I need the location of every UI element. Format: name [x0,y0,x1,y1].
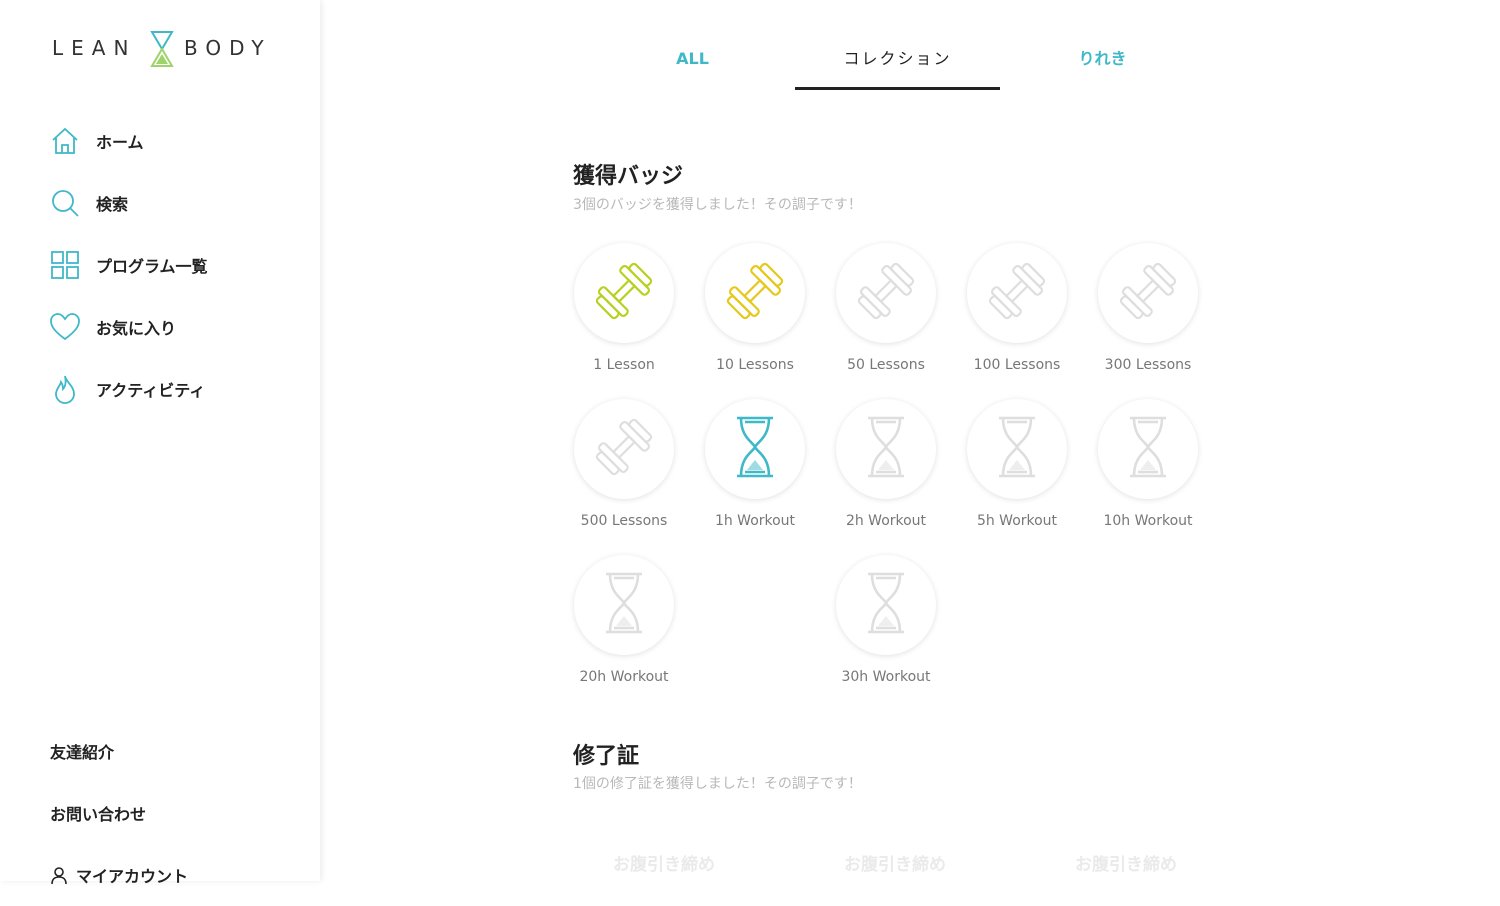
badge-item[interactable]: 2h Workout [825,399,947,549]
badge-circle [1098,243,1198,343]
badge-label: 300 Lessons [1104,357,1192,373]
tab-all[interactable]: ALL [590,30,795,88]
badge-label: 500 Lessons [580,513,668,529]
sidebar-item-favorites[interactable]: お気に入り [50,296,208,358]
heart-icon [50,313,80,341]
hourglass-icon [594,570,654,640]
badge-item[interactable]: 500 Lessons [563,399,685,549]
badge-circle [574,243,674,343]
contact-link[interactable]: お問い合わせ [50,782,188,844]
badge-circle [574,399,674,499]
dumbbell-icon [589,256,659,330]
badge-circle [574,555,674,655]
sidebar-item-label: ホーム [96,133,144,152]
badge-circle [1098,399,1198,499]
sidebar-item-label: プログラム一覧 [96,257,208,276]
badge-label: 2h Workout [845,513,927,529]
certificate-item[interactable]: お腹引き締め [613,850,715,875]
badge-item[interactable]: 1 Lesson [563,243,685,393]
dumbbell-icon [982,256,1052,330]
badge-circle [836,399,936,499]
tab-collection[interactable]: コレクション [795,30,1000,90]
badge-item[interactable]: 100 Lessons [956,243,1078,393]
certificates-title: 修了証 [573,744,640,769]
sidebar-item-activity[interactable]: アクティビティ [50,358,208,420]
sidebar-item-search[interactable]: 検索 [50,172,208,234]
sidebar-item-programs[interactable]: プログラム一覧 [50,234,208,296]
my-account-label: マイアカウント [76,867,189,886]
logo[interactable]: LEAN BODY [52,30,272,68]
certificate-item[interactable]: お腹引き締め [844,850,946,875]
badge-circle [967,399,1067,499]
badges-subtitle: 3個のバッジを獲得しました！その調子です！ [573,197,862,213]
badge-item[interactable]: 5h Workout [956,399,1078,549]
certificate-item[interactable]: お腹引き締め [1075,850,1177,875]
user-icon [51,867,67,884]
badge-circle [967,243,1067,343]
badge-item[interactable]: 50 Lessons [825,243,947,393]
sidebar: LEAN BODY ホーム 検索 プログラム一覧 お気に入り アクティビティ 友… [0,0,320,886]
dumbbell-icon [589,412,659,486]
hourglass-logo-icon [150,31,174,67]
sidebar-item-label: アクティビティ [96,381,206,400]
certificates-subtitle: 1個の修了証を獲得しました！その調子です！ [573,776,862,792]
sidebar-nav: ホーム 検索 プログラム一覧 お気に入り アクティビティ [50,110,208,420]
badge-label: 50 Lessons [847,357,925,373]
grid-icon [51,251,79,279]
badge-item[interactable]: 10 Lessons [694,243,816,393]
dumbbell-icon [1113,256,1183,330]
dumbbell-icon [720,256,790,330]
dumbbell-icon [851,256,921,330]
badge-label: 20h Workout [579,669,669,685]
badge-label: 100 Lessons [973,357,1061,373]
hourglass-icon [856,414,916,484]
badge-label: 30h Workout [841,669,931,685]
hourglass-icon [856,570,916,640]
badge-item[interactable]: 10h Workout [1087,399,1209,549]
badge-circle [705,399,805,499]
logo-text-right: BODY [184,36,272,60]
tab-history[interactable]: りれき [1000,30,1205,88]
badge-circle [705,243,805,343]
badge-item[interactable]: 20h Workout [563,555,685,705]
sidebar-bottom: 友達紹介 お問い合わせ マイアカウント [50,720,188,906]
sidebar-item-label: 検索 [96,195,129,214]
badges-title: 獲得バッジ [573,164,684,189]
my-account-link[interactable]: マイアカウント [50,844,188,906]
badge-item[interactable]: 1h Workout [694,399,816,549]
badge-label: 10h Workout [1103,513,1193,529]
hourglass-icon [1118,414,1178,484]
badge-label: 1 Lesson [593,357,655,373]
badge-circle [836,555,936,655]
badge-item[interactable]: 30h Workout [825,555,947,705]
logo-text-left: LEAN [52,36,137,60]
friend-referral-link[interactable]: 友達紹介 [50,720,188,782]
badge-circle [836,243,936,343]
home-icon [52,127,78,154]
sidebar-item-home[interactable]: ホーム [50,110,208,172]
badge-label: 1h Workout [714,513,796,529]
tab-bar: ALL コレクション りれき [590,30,1205,90]
badge-label: 10 Lessons [716,357,794,373]
hourglass-icon [987,414,1047,484]
sidebar-item-label: お気に入り [96,319,177,338]
search-icon [52,190,79,217]
badge-label: 5h Workout [976,513,1058,529]
hourglass-icon [725,414,785,484]
flame-icon [55,375,75,404]
badge-item[interactable]: 300 Lessons [1087,243,1209,393]
